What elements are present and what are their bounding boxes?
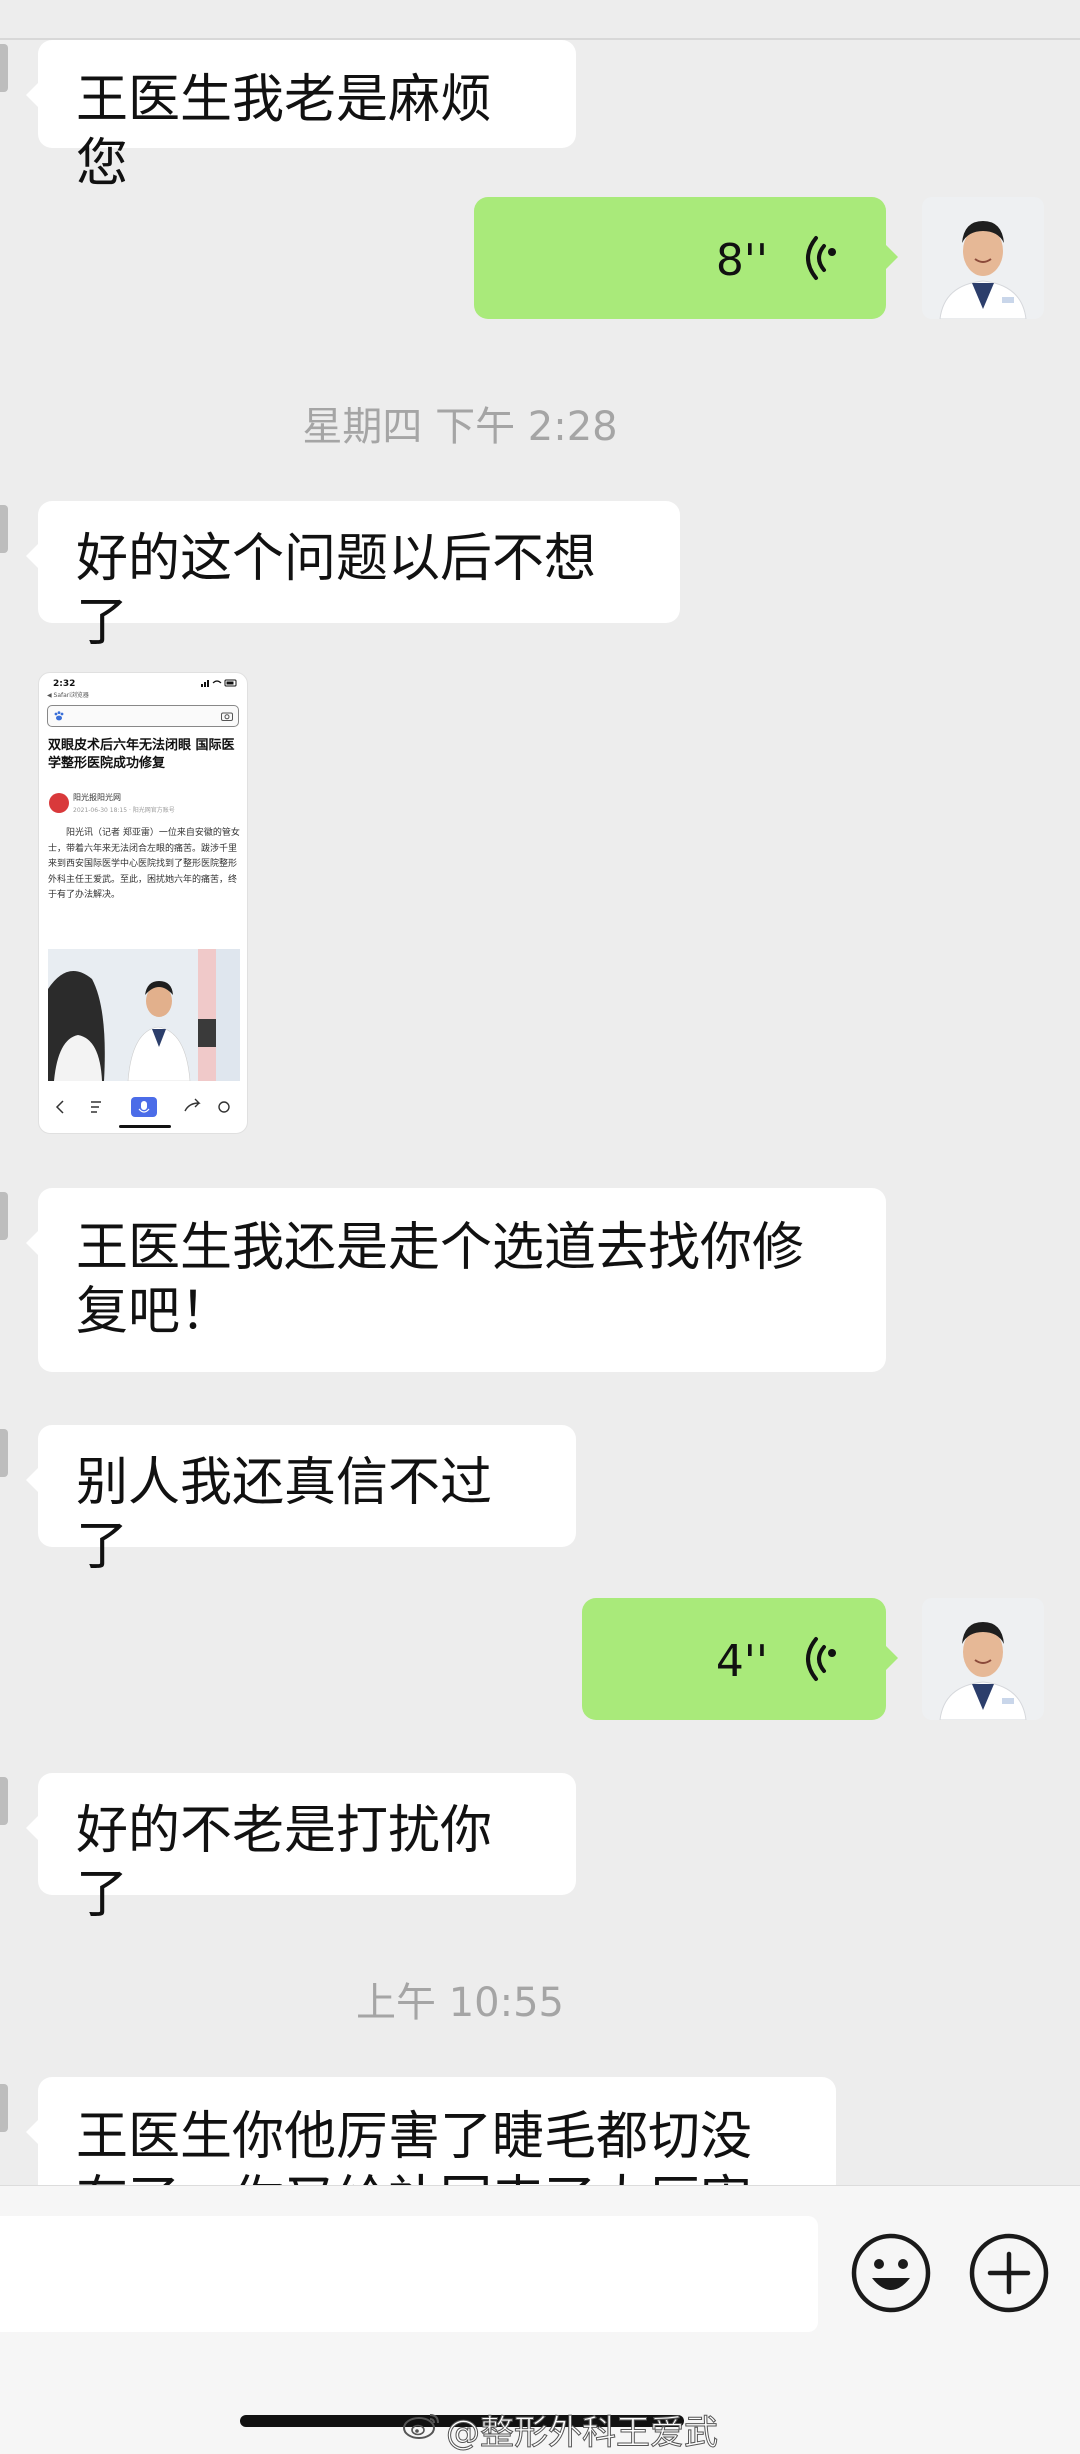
scroll-edge-mark bbox=[0, 1192, 8, 1240]
incoming-message-bubble[interactable]: 好的这个问题以后不想了 bbox=[26, 501, 680, 653]
outgoing-voice-message[interactable]: 8'' bbox=[474, 197, 898, 319]
article-url-bar bbox=[47, 705, 239, 727]
scroll-edge-mark bbox=[0, 1777, 8, 1825]
incoming-message-bubble[interactable]: 王医生我老是麻烦您 bbox=[26, 40, 576, 194]
paw-icon bbox=[54, 711, 64, 721]
chat-message-list[interactable]: 王医生我老是麻烦您 8'' 星期四 下午 2:28 好的这个问题以后不想了 2:… bbox=[0, 0, 1080, 2185]
timestamp: 上午 10:55 bbox=[356, 1980, 564, 2026]
message-text: 好的这个问题以后不想了 bbox=[76, 529, 597, 653]
plus-icon[interactable] bbox=[966, 2230, 1052, 2316]
scroll-edge-mark bbox=[0, 44, 8, 92]
incoming-message-bubble[interactable]: 王医生你他厉害了睫毛都切没有了，你又给补回来了太厉害了 bbox=[26, 2077, 836, 2185]
weibo-logo-icon bbox=[403, 2414, 439, 2439]
doctor-avatar[interactable] bbox=[922, 1598, 1044, 1720]
watermark: @整形外科王爱武 bbox=[446, 2413, 719, 2454]
phone-status-time: 2:32 bbox=[53, 679, 76, 689]
home-indicator-mini bbox=[119, 1125, 171, 1128]
incoming-message-bubble[interactable]: 别人我还真信不过了 bbox=[26, 1425, 576, 1577]
voice-duration: 8'' bbox=[715, 235, 768, 286]
message-text: 王医生我老是麻烦您 bbox=[76, 70, 493, 194]
message-text: 别人我还真信不过了 bbox=[76, 1453, 493, 1577]
article-photo bbox=[48, 949, 240, 1081]
voice-wave-icon bbox=[806, 1637, 837, 1681]
message-text: 好的不老是打扰你了 bbox=[76, 1801, 493, 1925]
article-meta: 2021-06-30 18:15 · 阳光网官方账号 bbox=[73, 807, 175, 814]
timestamp: 星期四 下午 2:28 bbox=[302, 404, 618, 450]
incoming-message-bubble[interactable]: 好的不老是打扰你了 bbox=[26, 1773, 576, 1925]
scroll-edge-mark bbox=[0, 505, 8, 553]
top-divider bbox=[0, 0, 1080, 40]
smiley-icon[interactable] bbox=[848, 2230, 934, 2316]
message-input[interactable] bbox=[0, 2216, 818, 2332]
avatar-image bbox=[922, 197, 1044, 319]
image-message-article-screenshot[interactable]: 2:32 ◀ Safari浏览器 双眼皮术后六年无法闭眼 国际医学整形医院成功修… bbox=[38, 672, 248, 1134]
message-text: 王医生你他厉害了睫毛都切没有了，你又给补回来了太厉害了 bbox=[76, 2107, 753, 2185]
source-logo bbox=[49, 793, 69, 813]
camera-icon bbox=[221, 712, 233, 721]
browser-toolbar bbox=[55, 1097, 230, 1117]
doctor-avatar[interactable] bbox=[922, 197, 1044, 319]
scroll-edge-mark bbox=[0, 1429, 8, 1477]
scroll-edge-mark bbox=[0, 2084, 8, 2132]
browser-back-label: ◀ Safari浏览器 bbox=[47, 692, 89, 699]
avatar-image bbox=[922, 1598, 1044, 1720]
incoming-message-bubble[interactable]: 王医生我还是走个选道去找你修复吧！ bbox=[26, 1188, 886, 1372]
status-icons bbox=[201, 679, 237, 687]
article-title: 双眼皮术后六年无法闭眼 国际医学整形医院成功修复 bbox=[48, 738, 235, 771]
article-body: 阳光讯（记者 郑亚雷）一位来自安徽的管女士，带着六年来无法闭合左眼的痛苦。跋涉千… bbox=[48, 828, 240, 900]
article-source: 阳光报阳光网 bbox=[73, 793, 121, 802]
voice-duration: 4'' bbox=[715, 1636, 768, 1687]
outgoing-voice-message[interactable]: 4'' bbox=[582, 1598, 898, 1720]
voice-wave-icon bbox=[806, 236, 837, 280]
message-text: 王医生我还是走个选道去找你修复吧！ bbox=[76, 1218, 805, 1342]
